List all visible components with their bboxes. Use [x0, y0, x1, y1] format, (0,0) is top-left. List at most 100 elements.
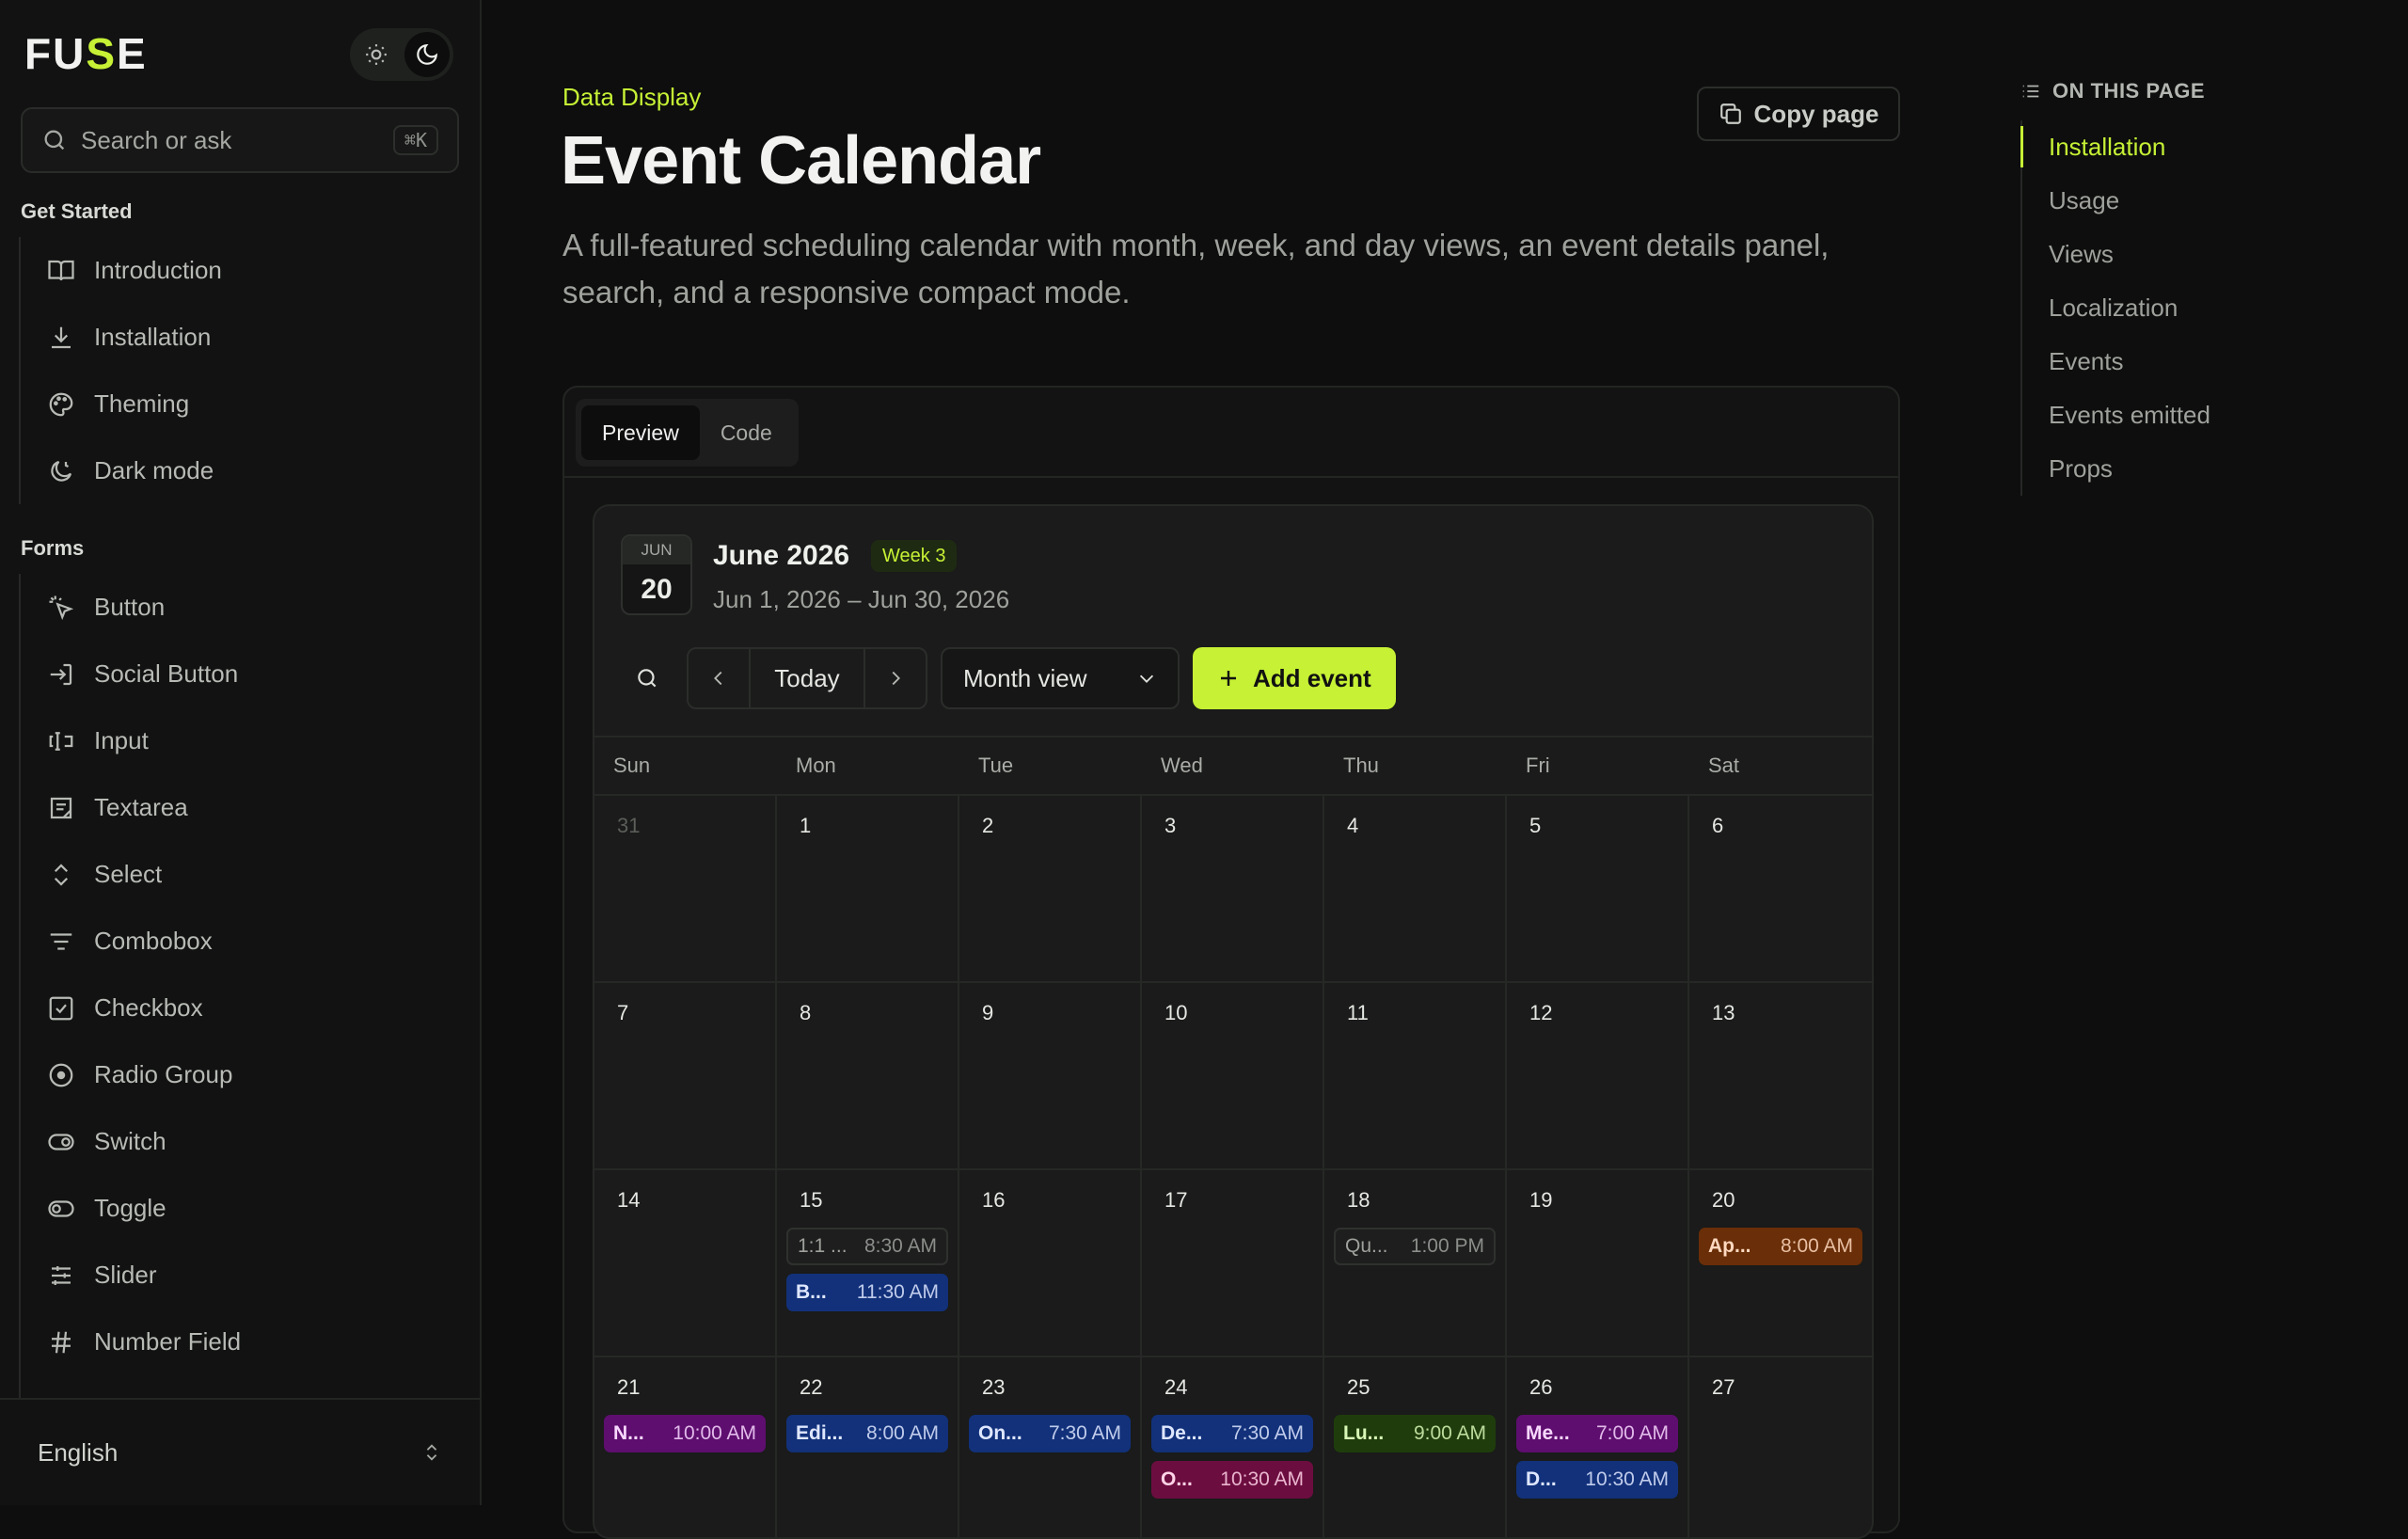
day-cell[interactable]: 27 [1689, 1357, 1872, 1537]
sidebar-item-number-field[interactable]: Number Field [21, 1309, 461, 1375]
day-cell[interactable]: 4 [1324, 796, 1507, 981]
event-time: 11:30 AM [856, 1281, 939, 1303]
day-cell[interactable]: 26 Me... 7:00 AM D... 10:30 AM [1507, 1357, 1689, 1537]
today-button[interactable]: Today [749, 649, 865, 707]
toc-item-views[interactable]: Views [2022, 228, 2359, 281]
day-number: 15 [800, 1188, 823, 1212]
view-select[interactable]: Month view [941, 647, 1180, 709]
sidebar-item-combobox[interactable]: Combobox [21, 908, 461, 975]
calendar-event[interactable]: D... 10:30 AM [1516, 1461, 1678, 1499]
event-time: 10:30 AM [1220, 1468, 1304, 1490]
day-cell[interactable]: 25 Lu... 9:00 AM [1324, 1357, 1507, 1537]
day-cell[interactable]: 13 [1689, 983, 1872, 1168]
page-description: A full-featured scheduling calendar with… [562, 228, 1830, 309]
logo[interactable]: FU S E [24, 24, 148, 83]
add-event-button[interactable]: Add event [1193, 647, 1396, 709]
calendar-event[interactable]: On... 7:30 AM [969, 1415, 1131, 1452]
sidebar-item-introduction[interactable]: Introduction [21, 237, 461, 304]
next-button[interactable] [865, 649, 926, 707]
toc-item-props[interactable]: Props [2022, 442, 2359, 496]
day-cell[interactable]: 23 On... 7:30 AM [959, 1357, 1142, 1537]
copy-page-button[interactable]: Copy page [1697, 87, 1900, 141]
sidebar-item-toggle[interactable]: Toggle [21, 1175, 461, 1242]
event-title: Me... [1526, 1422, 1570, 1444]
day-cell[interactable]: 19 [1507, 1170, 1689, 1356]
day-cell[interactable]: 10 [1142, 983, 1324, 1168]
toc-item-localization[interactable]: Localization [2022, 281, 2359, 335]
tab-code[interactable]: Code [700, 405, 793, 460]
calendar-event[interactable]: Qu... 1:00 PM [1334, 1228, 1496, 1265]
day-cell[interactable]: 7 [594, 983, 777, 1168]
calendar-event[interactable]: N... 10:00 AM [604, 1415, 766, 1452]
breadcrumb[interactable]: Data Display [562, 83, 701, 112]
day-number: 7 [617, 1001, 629, 1024]
sidebar-item-theming[interactable]: Theming [21, 371, 461, 437]
day-cell[interactable]: 20 Ap... 8:00 AM [1689, 1170, 1872, 1356]
calendar-toolbar: Today Month view Add event [621, 647, 1396, 709]
sun-icon [366, 44, 387, 65]
sidebar-item-slider[interactable]: Slider [21, 1242, 461, 1309]
day-cell[interactable]: 31 [594, 796, 777, 981]
calendar-event[interactable]: Lu... 9:00 AM [1334, 1415, 1496, 1452]
day-cell[interactable]: 17 [1142, 1170, 1324, 1356]
dark-mode-button[interactable] [404, 32, 450, 77]
weekday-label: Tue [978, 754, 1014, 777]
day-cell[interactable]: 18 Qu... 1:00 PM [1324, 1170, 1507, 1356]
light-mode-button[interactable] [354, 32, 399, 77]
day-cell[interactable]: 3 [1142, 796, 1324, 981]
sidebar-item-switch[interactable]: Switch [21, 1108, 461, 1175]
day-cell[interactable]: 12 [1507, 983, 1689, 1168]
day-cell[interactable]: 15 1:1 ... 8:30 AM B... 11:30 AM [777, 1170, 959, 1356]
theme-toggle[interactable] [350, 28, 453, 81]
day-cell[interactable]: 11 [1324, 983, 1507, 1168]
sidebar-item-social-button[interactable]: Social Button [21, 641, 461, 707]
toc-item-events-emitted[interactable]: Events emitted [2022, 389, 2359, 442]
day-cell[interactable]: 9 [959, 983, 1142, 1168]
sidebar-item-select[interactable]: Select [21, 841, 461, 908]
day-cell[interactable]: 2 [959, 796, 1142, 981]
day-cell[interactable]: 21 N... 10:00 AM [594, 1357, 777, 1537]
day-number: 23 [982, 1375, 1006, 1399]
day-cell[interactable]: 6 [1689, 796, 1872, 981]
calendar-search-button[interactable] [621, 647, 673, 709]
toc-item-events[interactable]: Events [2022, 335, 2359, 389]
toc-heading-label: ON THIS PAGE [2052, 79, 2206, 103]
calendar-event[interactable]: Me... 7:00 AM [1516, 1415, 1678, 1452]
day-cell[interactable]: 1 [777, 796, 959, 981]
toc-item-installation[interactable]: Installation [2020, 120, 2359, 174]
toc-item-usage[interactable]: Usage [2022, 174, 2359, 228]
language-select[interactable]: English [0, 1398, 480, 1505]
sidebar-item-label: Slider [94, 1261, 157, 1289]
day-cell[interactable]: 14 [594, 1170, 777, 1356]
sidebar-item-button[interactable]: Button [21, 574, 461, 641]
calendar-event[interactable]: Edi... 8:00 AM [786, 1415, 948, 1452]
calendar-event[interactable]: De... 7:30 AM [1151, 1415, 1313, 1452]
sidebar-item-checkbox[interactable]: Checkbox [21, 975, 461, 1041]
tab-preview[interactable]: Preview [581, 405, 700, 460]
hash-icon [52, 1331, 71, 1353]
search-box[interactable]: Search or ask ⌘K [21, 107, 459, 173]
sidebar-item-textarea[interactable]: Textarea [21, 774, 461, 841]
sidebar-item-installation[interactable]: Installation [21, 304, 461, 371]
day-number: 21 [617, 1375, 641, 1399]
previous-button[interactable] [689, 649, 749, 707]
day-number: 26 [1529, 1375, 1553, 1399]
logo-text-end: E [117, 29, 148, 78]
toggle-right-icon [48, 1133, 74, 1150]
calendar-event[interactable]: Ap... 8:00 AM [1699, 1228, 1862, 1265]
sidebar-item-dark-mode[interactable]: Dark mode [21, 437, 461, 504]
day-number: 5 [1529, 814, 1542, 837]
calendar-event[interactable]: 1:1 ... 8:30 AM [786, 1228, 948, 1265]
day-cell[interactable]: 8 [777, 983, 959, 1168]
day-cell[interactable]: 16 [959, 1170, 1142, 1356]
day-cell[interactable]: 5 [1507, 796, 1689, 981]
calendar-event[interactable]: B... 11:30 AM [786, 1274, 948, 1311]
search-icon [638, 669, 657, 688]
event-time: 7:00 AM [1595, 1422, 1669, 1444]
sidebar-item-input[interactable]: Input [21, 707, 461, 774]
day-cell[interactable]: 24 De... 7:30 AM O... 10:30 AM [1142, 1357, 1324, 1537]
calendar-event[interactable]: O... 10:30 AM [1151, 1461, 1313, 1499]
pointer-click-icon [49, 595, 74, 620]
sidebar-item-radio-group[interactable]: Radio Group [21, 1041, 461, 1108]
day-cell[interactable]: 22 Edi... 8:00 AM [777, 1357, 959, 1537]
